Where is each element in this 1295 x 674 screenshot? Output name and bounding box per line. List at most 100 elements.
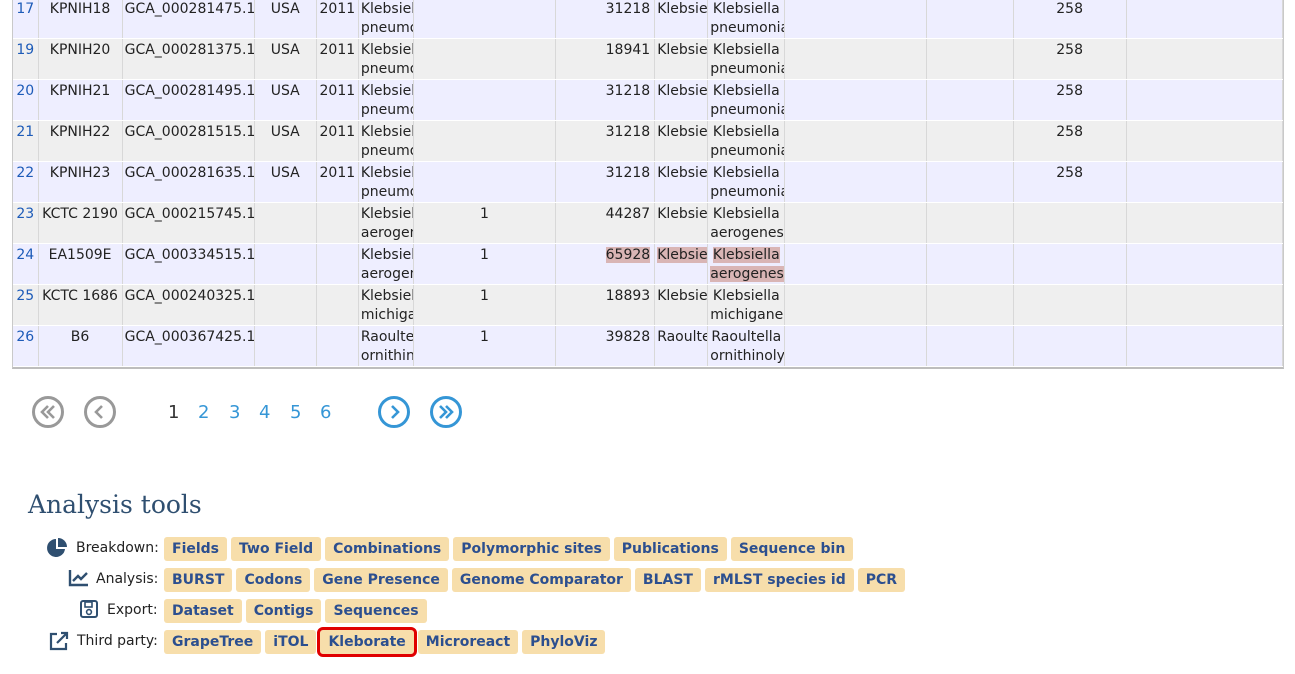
genome-comparator-button[interactable]: Genome Comparator (451, 568, 631, 592)
isolate-id-link[interactable]: 26 (16, 329, 34, 345)
itol-button[interactable]: iTOL (265, 630, 317, 654)
cell-id[interactable]: 19 (13, 38, 39, 80)
cell-c12 (926, 243, 1014, 285)
cell-id[interactable]: 23 (13, 202, 39, 244)
cell-id[interactable]: 24 (13, 243, 39, 285)
grapetree-button[interactable]: GrapeTree (164, 630, 262, 654)
isolate-id-link[interactable]: 21 (16, 124, 34, 140)
page-3[interactable]: 3 (229, 402, 240, 423)
cell-value: GCA_000281495.1 (124, 83, 255, 99)
polymorphic-sites-button[interactable]: Polymorphic sites (453, 537, 610, 561)
blast-button[interactable]: BLAST (634, 568, 701, 592)
cell-value: Klebsiella (657, 288, 708, 304)
cell-id[interactable]: 17 (13, 0, 39, 39)
cell-id[interactable]: 20 (13, 79, 39, 121)
cell-value: 258 (1056, 83, 1083, 99)
fields-button[interactable]: Fields (164, 537, 228, 561)
cell-species: Klebsiella pneumoniae (358, 161, 414, 203)
cell-species: Klebsiella pneumoniae (358, 79, 414, 121)
page-2[interactable]: 2 (198, 402, 209, 423)
cell-value: Klebsiella michiganensis (360, 288, 413, 323)
cell-taxid: 18941 (555, 38, 656, 80)
cell-genus: Raoultella (654, 325, 709, 367)
cell-value: GCA_000281375.1 (124, 42, 255, 58)
two-field-button[interactable]: Two Field (231, 537, 322, 561)
page-1[interactable]: 1 (168, 402, 179, 423)
kleborate-button[interactable]: Kleborate (317, 627, 417, 657)
cell-value: Raoultella (657, 329, 707, 345)
publications-button[interactable]: Publications (613, 537, 727, 561)
cell-genus: Klebsiella (654, 161, 709, 203)
gene-presence-button[interactable]: Gene Presence (314, 568, 448, 592)
cell-value: 31218 (605, 1, 651, 17)
cell-value: 44287 (605, 206, 651, 222)
cell-value: USA (270, 1, 300, 17)
cell-value: EA1509E (48, 247, 112, 263)
save-icon (79, 599, 99, 623)
pcr-button[interactable]: PCR (857, 568, 906, 592)
cell-st (1013, 284, 1127, 326)
cell-assembly: GCA_000281495.1 (122, 79, 255, 121)
cell-taxid: 31218 (555, 0, 656, 39)
double-chevron-right-icon (439, 405, 454, 419)
isolate-id-link[interactable]: 24 (16, 247, 34, 263)
cell-value: USA (270, 83, 300, 99)
cell-value: KPNIH22 (49, 124, 111, 140)
rmlst-species-id-button[interactable]: rMLST species id (704, 568, 854, 592)
isolate-id-link[interactable]: 20 (16, 83, 34, 99)
isolate-id-link[interactable]: 25 (16, 288, 34, 304)
cell-c12 (926, 79, 1014, 121)
cell-value: USA (270, 42, 300, 58)
cell-value: Klebsiella pneumoniae (710, 42, 784, 77)
cell-species2: Klebsiella pneumoniae (707, 161, 786, 203)
contigs-button[interactable]: Contigs (245, 599, 322, 623)
first-page-button[interactable] (32, 396, 64, 428)
codons-button[interactable]: Codons (236, 568, 311, 592)
sequences-button[interactable]: Sequences (325, 599, 427, 623)
cell-species2: Klebsiella aerogenes (707, 202, 786, 244)
cell-empty (1126, 38, 1284, 80)
cell-c7 (413, 0, 557, 39)
cell-value: GCA_000367425.1 (124, 329, 255, 345)
cell-value: Klebsiella pneumoniae (360, 165, 413, 200)
isolate-id-link[interactable]: 23 (16, 206, 34, 222)
cell-isolate: KPNIH21 (38, 79, 123, 121)
cell-country: USA (254, 38, 317, 80)
table-row: 17KPNIH18GCA_000281475.1USA2011Klebsiell… (13, 0, 1284, 39)
cell-genus: Klebsiella (654, 284, 709, 326)
isolate-id-link[interactable]: 22 (16, 165, 34, 181)
cell-value: 258 (1056, 165, 1083, 181)
last-page-button[interactable] (430, 396, 462, 428)
cell-id[interactable]: 21 (13, 120, 39, 162)
cell-value: Klebsiella pneumoniae (360, 1, 413, 36)
cell-year: 2011 (316, 38, 359, 80)
cell-value: Klebsiella pneumoniae (360, 124, 413, 159)
sequence-bin-button[interactable]: Sequence bin (730, 537, 854, 561)
cell-value: 18893 (605, 288, 651, 304)
cell-value: Klebsiella aerogenes (360, 206, 413, 241)
cell-value: Klebsiella pneumoniae (360, 42, 413, 77)
page-5[interactable]: 5 (290, 402, 301, 423)
cell-c7: 1 (413, 202, 557, 244)
cell-species: Klebsiella pneumoniae (358, 120, 414, 162)
page-4[interactable]: 4 (259, 402, 270, 423)
analysis-tools-heading: Analysis tools (28, 490, 202, 519)
isolate-id-link[interactable]: 19 (16, 42, 34, 58)
cell-value: 65928 (605, 247, 651, 263)
microreact-button[interactable]: Microreact (417, 630, 519, 654)
previous-page-button[interactable] (84, 396, 116, 428)
page-6[interactable]: 6 (320, 402, 331, 423)
phyloviz-button[interactable]: PhyloViz (522, 630, 606, 654)
table-row: 19KPNIH20GCA_000281375.1USA2011Klebsiell… (13, 38, 1284, 80)
combinations-button[interactable]: Combinations (325, 537, 450, 561)
dataset-button[interactable]: Dataset (164, 599, 242, 623)
cell-id[interactable]: 22 (13, 161, 39, 203)
cell-id[interactable]: 26 (13, 325, 39, 367)
cell-id[interactable]: 25 (13, 284, 39, 326)
next-page-button[interactable] (378, 396, 410, 428)
cell-value: USA (270, 124, 300, 140)
isolate-id-link[interactable]: 17 (16, 1, 34, 17)
cell-country: USA (254, 79, 317, 121)
burst-button[interactable]: BURST (164, 568, 233, 592)
cell-value: 2011 (319, 83, 356, 99)
